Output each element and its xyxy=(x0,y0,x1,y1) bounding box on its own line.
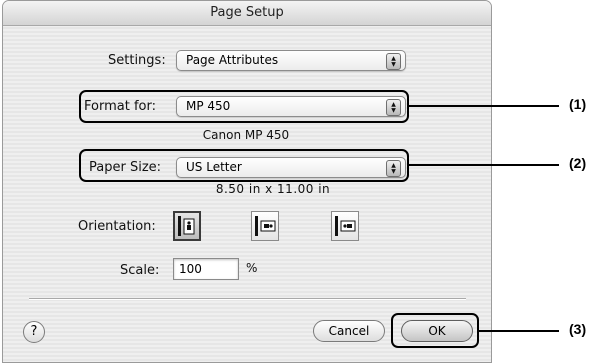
printer-description: Canon MP 450 xyxy=(202,128,290,142)
callout-label-1: (1) xyxy=(569,96,587,112)
window-title: Page Setup xyxy=(3,1,491,26)
cancel-button[interactable]: Cancel xyxy=(313,320,385,342)
orientation-portrait-button[interactable] xyxy=(173,211,201,241)
paper-dimensions: 8.50 in x 11.00 in xyxy=(215,182,331,196)
landscape-left-icon xyxy=(255,216,276,236)
help-button[interactable]: ? xyxy=(23,321,45,343)
callout-line-3 xyxy=(479,330,559,332)
popup-arrows-icon: ▲ ▼ xyxy=(386,53,401,70)
callout-box-1 xyxy=(79,90,409,123)
settings-label: Settings: xyxy=(108,53,166,68)
scale-input[interactable]: 100 xyxy=(173,258,239,280)
landscape-right-icon xyxy=(335,216,356,236)
callout-box-2 xyxy=(79,149,409,182)
orientation-label: Orientation: xyxy=(78,219,156,234)
scale-unit: % xyxy=(246,261,258,275)
settings-value: Page Attributes xyxy=(186,53,279,67)
orientation-landscape-left-button[interactable] xyxy=(251,211,279,241)
callout-line-1 xyxy=(409,105,559,107)
scale-label: Scale: xyxy=(120,263,160,278)
settings-popup[interactable]: Page Attributes ▲ ▼ xyxy=(176,50,406,71)
callout-label-2: (2) xyxy=(569,155,587,171)
callout-line-2 xyxy=(409,164,559,166)
orientation-landscape-right-button[interactable] xyxy=(331,211,359,241)
callout-label-3: (3) xyxy=(569,321,587,337)
separator xyxy=(29,298,466,300)
portrait-icon xyxy=(178,216,195,236)
callout-box-3 xyxy=(391,313,479,348)
